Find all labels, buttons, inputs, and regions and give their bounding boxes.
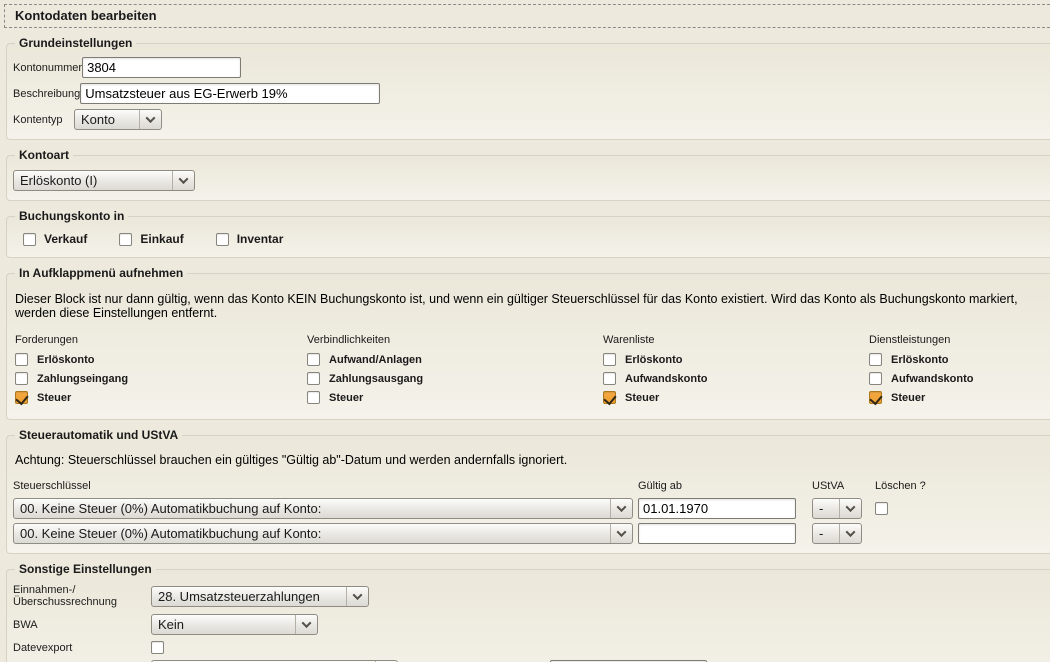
chevron-down-icon xyxy=(295,615,317,634)
section-sonstige: Sonstige Einstellungen Einnahmen-/Übersc… xyxy=(6,562,1050,662)
gueltig-ab-input-row2[interactable] xyxy=(638,523,796,544)
steuerautomatik-note: Achtung: Steuerschlüssel brauchen ein gü… xyxy=(15,453,1050,467)
section-steuerautomatik: Steuerautomatik und UStVA Achtung: Steue… xyxy=(6,428,1050,554)
steuerschluessel-selected-value: 00. Keine Steuer (0%) Automatikbuchung a… xyxy=(14,501,610,516)
checkbox-warenliste-steuer[interactable] xyxy=(603,391,616,404)
column-title: Dienstleistungen xyxy=(869,334,1050,346)
column-header-gueltig-ab: Gültig ab xyxy=(638,480,807,492)
beschreibung-label: Beschreibung xyxy=(13,88,80,100)
column-verbindlichkeiten: Verbindlichkeiten Aufwand/Anlagen Zahlun… xyxy=(307,334,603,410)
column-header-ustva: UStVA xyxy=(812,480,870,492)
column-title: Warenliste xyxy=(603,334,869,346)
ustva-selected-value: - xyxy=(813,501,839,516)
section-legend: Grundeinstellungen xyxy=(15,36,136,50)
chevron-down-icon xyxy=(172,171,194,190)
checkbox-label-inventar: Inventar xyxy=(237,232,284,246)
eur-selected-value: 28. Umsatzsteuerzahlungen xyxy=(152,589,346,604)
column-title: Verbindlichkeiten xyxy=(307,334,603,346)
chevron-down-icon xyxy=(839,524,861,543)
checkbox-warenliste-erloeskonto[interactable] xyxy=(603,353,616,366)
checkbox-label: Aufwandskonto xyxy=(625,373,708,385)
checkbox-label: Steuer xyxy=(329,392,363,404)
checkbox-verbindlichkeiten-zahlungsausgang[interactable] xyxy=(307,372,320,385)
bwa-selected-value: Kein xyxy=(152,617,295,632)
section-legend: Sonstige Einstellungen xyxy=(15,562,156,576)
aufklappmenu-columns: Forderungen Erlöskonto Zahlungseingang S… xyxy=(15,334,1050,410)
checkbox-label-einkauf: Einkauf xyxy=(140,232,183,246)
column-title: Forderungen xyxy=(15,334,307,346)
checkbox-dienstleistungen-steuer[interactable] xyxy=(869,391,882,404)
section-aufklappmenu: In Aufklappmenü aufnehmen Dieser Block i… xyxy=(6,266,1050,420)
section-legend: In Aufklappmenü aufnehmen xyxy=(15,266,187,280)
column-header-loeschen: Löschen ? xyxy=(875,480,1050,492)
gueltig-ab-input-row1[interactable] xyxy=(638,498,796,519)
aufklappmenu-note: Dieser Block ist nur dann gültig, wenn d… xyxy=(15,292,1050,320)
checkbox-verbindlichkeiten-steuer[interactable] xyxy=(307,391,320,404)
section-legend: Steuerautomatik und UStVA xyxy=(15,428,182,442)
section-grundeinstellungen: Grundeinstellungen Kontonummer Beschreib… xyxy=(6,36,1050,140)
chevron-down-icon xyxy=(839,499,861,518)
checkbox-dienstleistungen-erloeskonto[interactable] xyxy=(869,353,882,366)
column-dienstleistungen: Dienstleistungen Erlöskonto Aufwandskont… xyxy=(869,334,1050,410)
steuerschluessel-select-row1[interactable]: 00. Keine Steuer (0%) Automatikbuchung a… xyxy=(13,498,633,519)
section-kontoart: Kontoart Erlöskonto (I) xyxy=(6,148,1050,201)
datevexport-checkbox[interactable] xyxy=(151,641,164,654)
checkbox-label: Aufwandskonto xyxy=(891,373,974,385)
steuerschluessel-select-row2[interactable]: 00. Keine Steuer (0%) Automatikbuchung a… xyxy=(13,523,633,544)
kontoart-select[interactable]: Erlöskonto (I) xyxy=(13,170,195,191)
checkbox-label: Aufwand/Anlagen xyxy=(329,354,422,366)
checkbox-label: Zahlungsausgang xyxy=(329,373,423,385)
checkbox-forderungen-steuer[interactable] xyxy=(15,391,28,404)
kontonummer-input[interactable] xyxy=(82,57,241,78)
checkbox-label: Zahlungseingang xyxy=(37,373,128,385)
chevron-down-icon xyxy=(610,524,632,543)
datevexport-label: Datevexport xyxy=(13,642,151,654)
chevron-down-icon xyxy=(610,499,632,518)
checkbox-label: Steuer xyxy=(625,392,659,404)
kontonummer-label: Kontonummer xyxy=(13,62,82,74)
section-legend: Buchungskonto in xyxy=(15,209,128,223)
column-warenliste: Warenliste Erlöskonto Aufwandskonto Steu… xyxy=(603,334,869,410)
chevron-down-icon xyxy=(346,587,368,606)
checkbox-verkauf[interactable] xyxy=(23,233,36,246)
checkbox-verbindlichkeiten-aufwand-anlagen[interactable] xyxy=(307,353,320,366)
column-header-steuerschluessel: Steuerschlüssel xyxy=(13,480,633,492)
eur-select[interactable]: 28. Umsatzsteuerzahlungen xyxy=(151,586,369,607)
checkbox-dienstleistungen-aufwandskonto[interactable] xyxy=(869,372,882,385)
checkbox-inventar[interactable] xyxy=(216,233,229,246)
kontentyp-select[interactable]: Konto xyxy=(74,109,162,130)
ustva-selected-value: - xyxy=(813,526,839,541)
ustva-select-row1[interactable]: - xyxy=(812,498,862,519)
checkbox-einkauf[interactable] xyxy=(119,233,132,246)
kontentyp-selected-value: Konto xyxy=(75,112,139,127)
bwa-select[interactable]: Kein xyxy=(151,614,318,635)
section-buchungskonto: Buchungskonto in Verkauf Einkauf Inventa… xyxy=(6,209,1050,258)
checkbox-label: Steuer xyxy=(891,392,925,404)
kontentyp-label: Kontentyp xyxy=(13,114,74,126)
beschreibung-input[interactable] xyxy=(80,83,380,104)
checkbox-label: Erlöskonto xyxy=(625,354,682,366)
checkbox-forderungen-erloeskonto[interactable] xyxy=(15,353,28,366)
kontoart-selected-value: Erlöskonto (I) xyxy=(14,173,172,188)
checkbox-label: Erlöskonto xyxy=(891,354,948,366)
steuerschluessel-selected-value: 00. Keine Steuer (0%) Automatikbuchung a… xyxy=(14,526,610,541)
page-title: Kontodaten bearbeiten xyxy=(4,4,1050,28)
eur-label: Einnahmen-/Überschussrechnung xyxy=(13,584,151,608)
column-forderungen: Forderungen Erlöskonto Zahlungseingang S… xyxy=(15,334,307,410)
chevron-down-icon xyxy=(139,110,161,129)
section-legend: Kontoart xyxy=(15,148,73,162)
checkbox-forderungen-zahlungseingang[interactable] xyxy=(15,372,28,385)
checkbox-label-verkauf: Verkauf xyxy=(44,232,87,246)
checkbox-warenliste-aufwandskonto[interactable] xyxy=(603,372,616,385)
loeschen-checkbox-row1[interactable] xyxy=(875,502,888,515)
ustva-select-row2[interactable]: - xyxy=(812,523,862,544)
checkbox-label: Steuer xyxy=(37,392,71,404)
checkbox-label: Erlöskonto xyxy=(37,354,94,366)
bwa-label: BWA xyxy=(13,619,151,631)
